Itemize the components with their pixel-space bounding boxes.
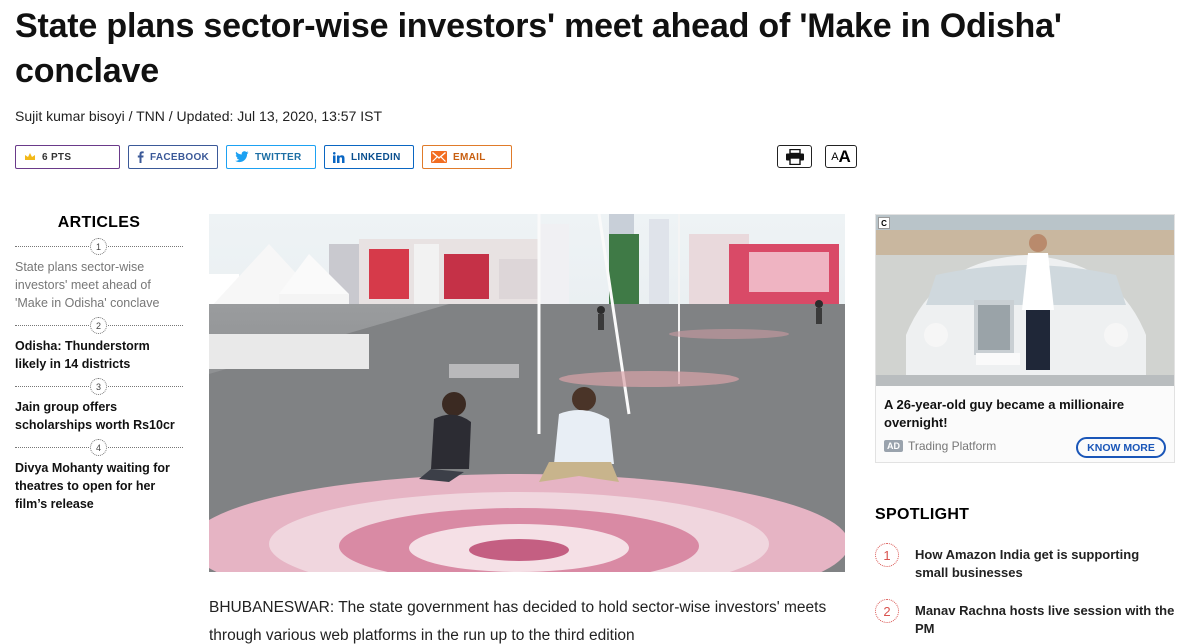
points-label: 6 PTS bbox=[42, 151, 72, 163]
crown-icon bbox=[24, 152, 36, 162]
spotlight-link[interactable]: How Amazon India get is supporting small… bbox=[915, 546, 1175, 582]
twitter-label: TWITTER bbox=[255, 151, 302, 163]
twitter-share-button[interactable]: TWITTER bbox=[226, 145, 316, 169]
facebook-label: FACEBOOK bbox=[150, 151, 210, 163]
article-list-item[interactable]: 2 Odisha: Thunderstorm likely in 14 dist… bbox=[15, 317, 183, 373]
ad-headline[interactable]: A 26-year-old guy became a millionaire o… bbox=[884, 396, 1164, 432]
article-link[interactable]: State plans sector-wise investors' meet … bbox=[15, 258, 183, 312]
article-number: 3 bbox=[90, 378, 107, 395]
article-headline: State plans sector-wise investors' meet … bbox=[15, 7, 1062, 90]
facebook-share-button[interactable]: FACEBOOK bbox=[128, 145, 218, 169]
spotlight-section: SPOTLIGHT 1 How Amazon India get is supp… bbox=[875, 506, 1175, 644]
email-share-button[interactable]: EMAIL bbox=[422, 145, 512, 169]
share-bar: 6 PTS FACEBOOK TWITTER LINKEDIN EMAIL bbox=[15, 145, 512, 169]
sponsored-ad[interactable]: C A 26-year-old guy became a millionaire… bbox=[875, 214, 1175, 463]
spotlight-number: 2 bbox=[875, 599, 899, 623]
article-list-item[interactable]: 1 State plans sector-wise investors' mee… bbox=[15, 238, 183, 312]
spotlight-item[interactable]: 2 Manav Rachna hosts live session with t… bbox=[875, 599, 1175, 638]
articles-sidebar: ARTICLES 1 State plans sector-wise inves… bbox=[15, 214, 183, 513]
spotlight-number: 1 bbox=[875, 543, 899, 567]
know-more-button[interactable]: KNOW MORE bbox=[1076, 437, 1166, 458]
article-link[interactable]: Jain group offers scholarships worth Rs1… bbox=[15, 398, 183, 434]
article-number: 2 bbox=[90, 317, 107, 334]
spotlight-item[interactable]: 1 How Amazon India get is supporting sma… bbox=[875, 543, 1175, 582]
ad-image bbox=[876, 215, 1174, 386]
font-size-small-glyph: A bbox=[831, 150, 839, 163]
ad-sponsor: Trading Platform bbox=[908, 439, 997, 453]
printer-icon bbox=[785, 148, 805, 165]
spotlight-heading: SPOTLIGHT bbox=[875, 506, 970, 523]
linkedin-icon bbox=[333, 151, 345, 163]
ad-choices-icon[interactable]: C bbox=[878, 217, 890, 229]
facebook-icon bbox=[137, 151, 144, 163]
article-number: 4 bbox=[90, 439, 107, 456]
byline: Sujit kumar bisoyi / TNN / Updated: Jul … bbox=[15, 108, 383, 124]
envelope-icon bbox=[431, 151, 447, 163]
email-label: EMAIL bbox=[453, 151, 486, 163]
article-list-item[interactable]: 3 Jain group offers scholarships worth R… bbox=[15, 378, 183, 434]
articles-heading: ARTICLES bbox=[57, 214, 141, 231]
article-body-text: BHUBANESWAR: The state government has de… bbox=[209, 599, 827, 644]
article-number: 1 bbox=[90, 238, 107, 255]
article-hero-image bbox=[209, 214, 845, 572]
article-link[interactable]: Divya Mohanty waiting for theatres to op… bbox=[15, 459, 183, 513]
ad-badge: AD bbox=[884, 440, 903, 452]
article-list-item[interactable]: 4 Divya Mohanty waiting for theatres to … bbox=[15, 439, 183, 513]
linkedin-label: LINKEDIN bbox=[351, 151, 401, 163]
points-button[interactable]: 6 PTS bbox=[15, 145, 120, 169]
ad-sponsor-line: AD Trading Platform bbox=[884, 439, 996, 453]
linkedin-share-button[interactable]: LINKEDIN bbox=[324, 145, 414, 169]
spotlight-link[interactable]: Manav Rachna hosts live session with the… bbox=[915, 602, 1175, 638]
article-tools: AA bbox=[777, 145, 857, 168]
print-button[interactable] bbox=[777, 145, 812, 168]
article-link[interactable]: Odisha: Thunderstorm likely in 14 distri… bbox=[15, 337, 183, 373]
font-size-large-glyph: A bbox=[838, 146, 851, 166]
font-size-button[interactable]: AA bbox=[825, 145, 857, 168]
twitter-icon bbox=[235, 151, 249, 163]
